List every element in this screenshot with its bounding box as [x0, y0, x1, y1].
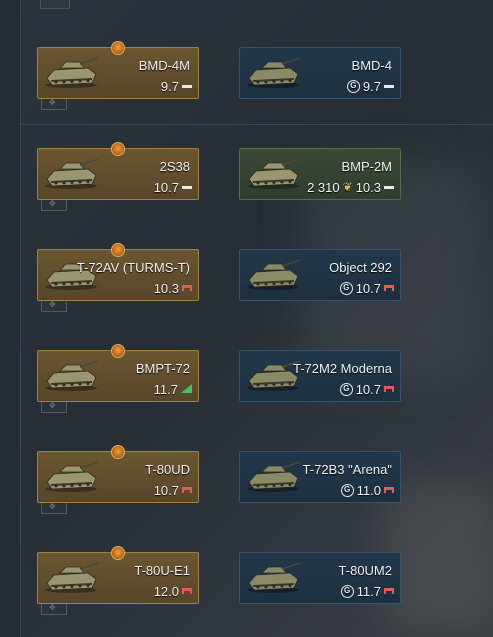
battle-rating-row: G 9.7	[346, 78, 394, 94]
battle-rating-row: 11.7	[153, 381, 192, 397]
vehicle-card-bmd-4[interactable]: BMD-4 G 9.7	[239, 47, 401, 99]
rank-white-icon	[384, 186, 394, 189]
battle-rating-value: 10.7	[355, 381, 381, 397]
tank-thumbnail-icon	[247, 461, 301, 492]
tank-thumbnail-icon	[45, 461, 99, 492]
tank-thumbnail	[42, 561, 100, 595]
tank-thumbnail	[244, 460, 302, 494]
battle-rating-value: 9.7	[362, 78, 381, 94]
golden-eagle-icon: ❦	[342, 180, 353, 194]
tank-thumbnail-icon	[247, 562, 301, 593]
premium-g-icon: G	[340, 483, 354, 497]
battle-rating-row: 10.7	[153, 482, 192, 498]
battle-rating-row: G 10.7	[339, 280, 394, 296]
vehicle-name: T-80UM2	[338, 563, 392, 578]
rank-white-icon	[182, 85, 192, 88]
battle-rating-value: 12.0	[153, 583, 179, 599]
battle-rating-value: 11.7	[356, 583, 381, 599]
tank-thumbnail-icon	[45, 57, 99, 88]
tank-thumbnail	[244, 157, 302, 191]
rank-red-icon	[384, 285, 394, 291]
battle-rating-row: G 11.7	[340, 583, 394, 599]
vehicle-card-object-292[interactable]: Object 292 G 10.7	[239, 249, 401, 301]
vehicle-name: T-72AV (TURMS-T)	[76, 260, 190, 275]
premium-medal-icon	[111, 243, 125, 257]
rank-red-icon	[384, 588, 394, 594]
rank-green-icon	[181, 383, 192, 393]
battle-rating-value: 11.7	[153, 381, 178, 397]
battle-rating-row: 10.7	[153, 179, 192, 195]
vehicle-name: T-80UD	[145, 462, 190, 477]
tank-thumbnail	[42, 359, 100, 393]
vehicle-name: BMD-4M	[138, 58, 190, 73]
battle-rating-value: 9.7	[160, 78, 179, 94]
tank-thumbnail	[42, 56, 100, 90]
premium-g-icon: G	[339, 281, 353, 295]
battle-rating-row: 10.3	[153, 280, 192, 296]
tank-thumbnail	[244, 561, 302, 595]
vehicle-card-t-72b3-arena[interactable]: T-72B3 "Arena" G 11.0	[239, 451, 401, 503]
cut-off-card-stub	[40, 0, 70, 9]
vehicle-card-t-80um2[interactable]: T-80UM2 G 11.7	[239, 552, 401, 604]
battle-rating-value: 10.7	[153, 482, 179, 498]
tank-thumbnail	[244, 56, 302, 90]
tank-thumbnail-icon	[45, 562, 99, 593]
cost-value: 2 310	[307, 179, 340, 195]
premium-medal-icon	[111, 344, 125, 358]
vehicle-name: T-72M2 Moderna	[293, 361, 392, 376]
tank-thumbnail-icon	[247, 259, 301, 290]
tank-thumbnail-icon	[45, 360, 99, 391]
premium-g-icon: G	[339, 382, 353, 396]
tank-thumbnail-icon	[247, 158, 301, 189]
vehicle-card-bmp-2m[interactable]: BMP-2M 2 310 ❦ 10.3	[239, 148, 401, 200]
folder-expand-icon[interactable]	[41, 401, 67, 413]
rank-red-icon	[182, 588, 192, 594]
rank-white-icon	[182, 186, 192, 189]
premium-g-icon: G	[340, 584, 354, 598]
battle-rating-row: 12.0	[153, 583, 192, 599]
rank-white-icon	[384, 85, 394, 88]
battle-rating-row: 2 310 ❦ 10.3	[307, 179, 394, 195]
battle-rating-value: 10.7	[153, 179, 179, 195]
rank-red-icon	[384, 386, 394, 392]
folder-expand-icon[interactable]	[41, 199, 67, 211]
folder-expand-icon[interactable]	[41, 300, 67, 312]
premium-medal-icon	[111, 546, 125, 560]
battle-rating-value: 10.3	[355, 179, 381, 195]
battle-rating-row: G 11.0	[340, 482, 394, 498]
vehicle-name: T-72B3 "Arena"	[302, 462, 392, 477]
tank-thumbnail-icon	[247, 57, 301, 88]
vehicle-name: BMPT-72	[135, 361, 190, 376]
battle-rating-row: 9.7	[160, 78, 192, 94]
folder-expand-icon[interactable]	[41, 603, 67, 615]
rank-red-icon	[182, 487, 192, 493]
premium-g-icon: G	[346, 79, 360, 93]
tank-thumbnail	[42, 460, 100, 494]
tank-thumbnail-icon	[45, 158, 99, 189]
battle-rating-row: G 10.7	[339, 381, 394, 397]
premium-medal-icon	[111, 41, 125, 55]
vehicle-name: T-80U-E1	[134, 563, 190, 578]
rank-divider	[20, 124, 493, 125]
vehicle-name: BMD-4	[351, 58, 392, 73]
left-sidebar-strip	[0, 0, 21, 637]
battle-rating-value: 10.7	[355, 280, 381, 296]
vehicle-name: 2S38	[159, 159, 190, 174]
vehicle-card-t-72m2[interactable]: T-72M2 Moderna G 10.7	[239, 350, 401, 402]
premium-medal-icon	[111, 445, 125, 459]
folder-expand-icon[interactable]	[41, 502, 67, 514]
vehicle-name: Object 292	[329, 260, 392, 275]
tank-thumbnail	[42, 157, 100, 191]
premium-medal-icon	[111, 142, 125, 156]
rank-red-icon	[384, 487, 394, 493]
rank-red-icon	[182, 285, 192, 291]
tank-thumbnail	[244, 258, 302, 292]
battle-rating-value: 11.0	[356, 482, 381, 498]
vehicle-name: BMP-2M	[341, 159, 392, 174]
battle-rating-value: 10.3	[153, 280, 179, 296]
folder-expand-icon[interactable]	[41, 98, 67, 110]
